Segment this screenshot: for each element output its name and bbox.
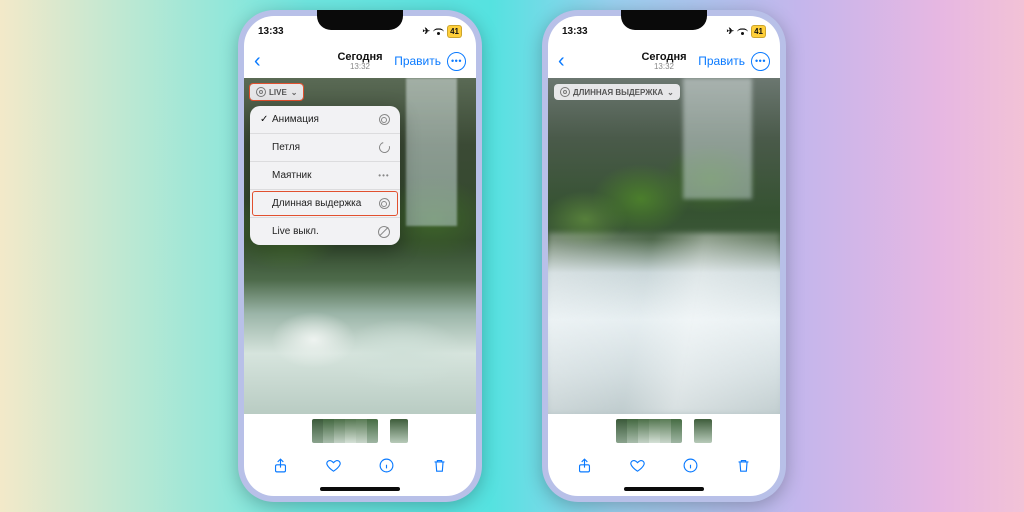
- iphone-mockup-left: 13:33 ✈ 41 ‹ Сегодня 13:32 Править •••: [238, 10, 482, 502]
- info-button[interactable]: [377, 455, 397, 475]
- nav-bar: ‹ Сегодня 13:32 Править •••: [548, 44, 780, 78]
- favorite-button[interactable]: [324, 455, 344, 475]
- live-badge-label: LIVE: [269, 88, 287, 97]
- menu-item-label: Петля: [272, 142, 378, 153]
- thumbnail-single[interactable]: [390, 419, 408, 443]
- edit-button[interactable]: Править: [394, 54, 441, 68]
- menu-item-label: Длинная выдержка: [272, 198, 378, 209]
- notch: [317, 10, 403, 30]
- menu-item-label: Маятник: [272, 170, 378, 181]
- live-effect-menu: ✓Анимация Петля Маятник••• Длинная выдержка…: [250, 106, 400, 245]
- menu-item-icon: [378, 226, 390, 238]
- delete-button[interactable]: [734, 455, 754, 475]
- photo-viewport[interactable]: ДЛИННАЯ ВЫДЕРЖКА ⌄: [548, 78, 780, 414]
- airplane-mode-icon: ✈: [727, 26, 735, 37]
- share-button[interactable]: [575, 455, 595, 475]
- home-indicator[interactable]: [244, 482, 476, 496]
- share-button[interactable]: [271, 455, 291, 475]
- home-indicator[interactable]: [548, 482, 780, 496]
- menu-item-label: Live выкл.: [272, 226, 378, 237]
- thumbnail-scrubber[interactable]: [548, 414, 780, 448]
- status-time: 13:33: [258, 26, 306, 37]
- wifi-icon: [433, 27, 444, 35]
- thumbnail-group[interactable]: [312, 419, 378, 443]
- photo-viewport[interactable]: LIVE ⌄ ✓Анимация Петля Маятник••• Длинная в…: [244, 78, 476, 414]
- menu-item-icon: [378, 142, 390, 154]
- live-icon: [256, 87, 266, 97]
- favorite-button[interactable]: [628, 455, 648, 475]
- more-button[interactable]: •••: [751, 52, 770, 71]
- wifi-icon: [737, 27, 748, 35]
- menu-item-icon: •••: [378, 170, 390, 182]
- back-button[interactable]: ‹: [254, 51, 261, 71]
- menu-item-icon: [378, 198, 390, 210]
- info-button[interactable]: [681, 455, 701, 475]
- menu-item-3[interactable]: Длинная выдержка: [250, 190, 400, 218]
- live-badge[interactable]: LIVE ⌄: [250, 84, 303, 100]
- menu-item-2[interactable]: Маятник•••: [250, 162, 400, 190]
- gradient-backdrop: { "status": { "time": "13:33", "battery"…: [0, 0, 1024, 512]
- iphone-mockup-right: 13:33 ✈ 41 ‹ Сегодня 13:32 Править •••: [542, 10, 786, 502]
- menu-item-label: Анимация: [272, 114, 378, 125]
- thumbnail-group[interactable]: [616, 419, 682, 443]
- menu-item-1[interactable]: Петля: [250, 134, 400, 162]
- effect-badge-label: ДЛИННАЯ ВЫДЕРЖКА: [573, 88, 663, 97]
- bottom-toolbar: [548, 448, 780, 482]
- delete-button[interactable]: [430, 455, 450, 475]
- status-icons: ✈ 41: [727, 25, 766, 38]
- back-button[interactable]: ‹: [558, 51, 565, 71]
- live-icon: [560, 87, 570, 97]
- edit-button[interactable]: Править: [698, 54, 745, 68]
- screen-right: 13:33 ✈ 41 ‹ Сегодня 13:32 Править •••: [548, 16, 780, 496]
- thumbnail-single[interactable]: [694, 419, 712, 443]
- chevron-down-icon: ⌄: [291, 88, 298, 97]
- chevron-down-icon: ⌄: [667, 88, 674, 97]
- status-time: 13:33: [562, 26, 610, 37]
- battery-indicator: 41: [447, 25, 462, 38]
- notch: [621, 10, 707, 30]
- menu-item-icon: [378, 114, 390, 126]
- bottom-toolbar: [244, 448, 476, 482]
- status-icons: ✈ 41: [423, 25, 462, 38]
- menu-item-0[interactable]: ✓Анимация: [250, 106, 400, 134]
- battery-indicator: 41: [751, 25, 766, 38]
- long-exposure-badge[interactable]: ДЛИННАЯ ВЫДЕРЖКА ⌄: [554, 84, 680, 100]
- thumbnail-scrubber[interactable]: [244, 414, 476, 448]
- menu-item-4[interactable]: Live выкл.: [250, 218, 400, 245]
- airplane-mode-icon: ✈: [423, 26, 431, 37]
- nav-bar: ‹ Сегодня 13:32 Править •••: [244, 44, 476, 78]
- check-icon: ✓: [260, 114, 272, 125]
- screen-left: 13:33 ✈ 41 ‹ Сегодня 13:32 Править •••: [244, 16, 476, 496]
- more-button[interactable]: •••: [447, 52, 466, 71]
